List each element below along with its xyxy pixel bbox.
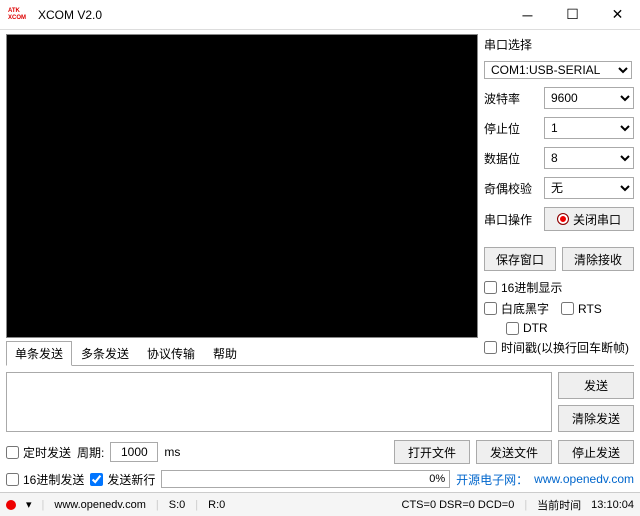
clear-send-button[interactable]: 清除发送 (558, 405, 634, 432)
toggle-port-button[interactable]: 关闭串口 (544, 207, 634, 231)
save-window-button[interactable]: 保存窗口 (484, 247, 556, 271)
status-time-label: 当前时间 (537, 497, 581, 513)
tab-multi-send[interactable]: 多条发送 (72, 341, 138, 366)
clear-receive-button[interactable]: 清除接收 (562, 247, 634, 271)
rts-checkbox[interactable]: RTS (561, 300, 602, 317)
port-select[interactable]: COM1:USB-SERIAL (484, 61, 632, 79)
port-label: 串口选择 (484, 36, 634, 53)
hex-send-checkbox[interactable]: 16进制发送 (6, 471, 84, 488)
app-logo: ATKXCOM (8, 7, 32, 23)
status-time: 13:10:04 (591, 499, 634, 511)
status-dot-icon (6, 500, 16, 510)
op-label: 串口操作 (484, 211, 532, 228)
titlebar: ATKXCOM XCOM V2.0 ─ ☐ ✕ (0, 0, 640, 30)
send-button[interactable]: 发送 (558, 372, 634, 399)
maximize-button[interactable]: ☐ (550, 0, 595, 30)
sidebar: 串口选择 COM1:USB-SERIAL 波特率 9600 停止位 1 数据位 … (484, 34, 634, 338)
stop-label: 停止位 (484, 120, 520, 137)
baud-label: 波特率 (484, 90, 520, 107)
data-label: 数据位 (484, 150, 520, 167)
dropdown-icon[interactable]: ▾ (26, 498, 32, 511)
send-input[interactable] (6, 372, 552, 432)
open-file-button[interactable]: 打开文件 (394, 440, 470, 464)
parity-label: 奇偶校验 (484, 180, 532, 197)
minimize-button[interactable]: ─ (505, 0, 550, 30)
stop-send-button[interactable]: 停止发送 (558, 440, 634, 464)
dtr-checkbox[interactable]: DTR (506, 321, 548, 335)
tab-single-send[interactable]: 单条发送 (6, 341, 72, 366)
record-icon (557, 213, 569, 225)
data-select[interactable]: 8 (544, 147, 634, 169)
timed-send-checkbox[interactable]: 定时发送 (6, 444, 71, 461)
hex-display-checkbox[interactable]: 16进制显示 (484, 279, 562, 296)
send-newline-checkbox[interactable]: 发送新行 (90, 471, 155, 488)
stop-select[interactable]: 1 (544, 117, 634, 139)
close-button[interactable]: ✕ (595, 0, 640, 30)
white-bg-checkbox[interactable]: 白底黑字 (484, 300, 549, 317)
progress-bar: 0% (161, 470, 450, 488)
tab-protocol[interactable]: 协议传输 (138, 341, 204, 366)
receive-display (6, 34, 478, 338)
window-title: XCOM V2.0 (38, 8, 505, 22)
status-bar: ▾ | www.openedv.com | S:0 | R:0 CTS=0 DS… (0, 492, 640, 516)
baud-select[interactable]: 9600 (544, 87, 634, 109)
tab-help[interactable]: 帮助 (204, 341, 246, 366)
timestamp-checkbox[interactable]: 时间戳(以换行回车断帧) (484, 339, 629, 356)
period-label: 周期: (77, 444, 104, 461)
status-received: R:0 (208, 499, 225, 511)
website-link[interactable]: www.openedv.com (534, 472, 634, 486)
status-sent: S:0 (169, 499, 186, 511)
link-label: 开源电子网： (456, 471, 528, 488)
period-input[interactable] (110, 442, 158, 462)
parity-select[interactable]: 无 (544, 177, 634, 199)
status-signals: CTS=0 DSR=0 DCD=0 (402, 499, 515, 511)
ms-label: ms (164, 445, 180, 459)
status-url: www.openedv.com (54, 499, 146, 511)
send-file-button[interactable]: 发送文件 (476, 440, 552, 464)
